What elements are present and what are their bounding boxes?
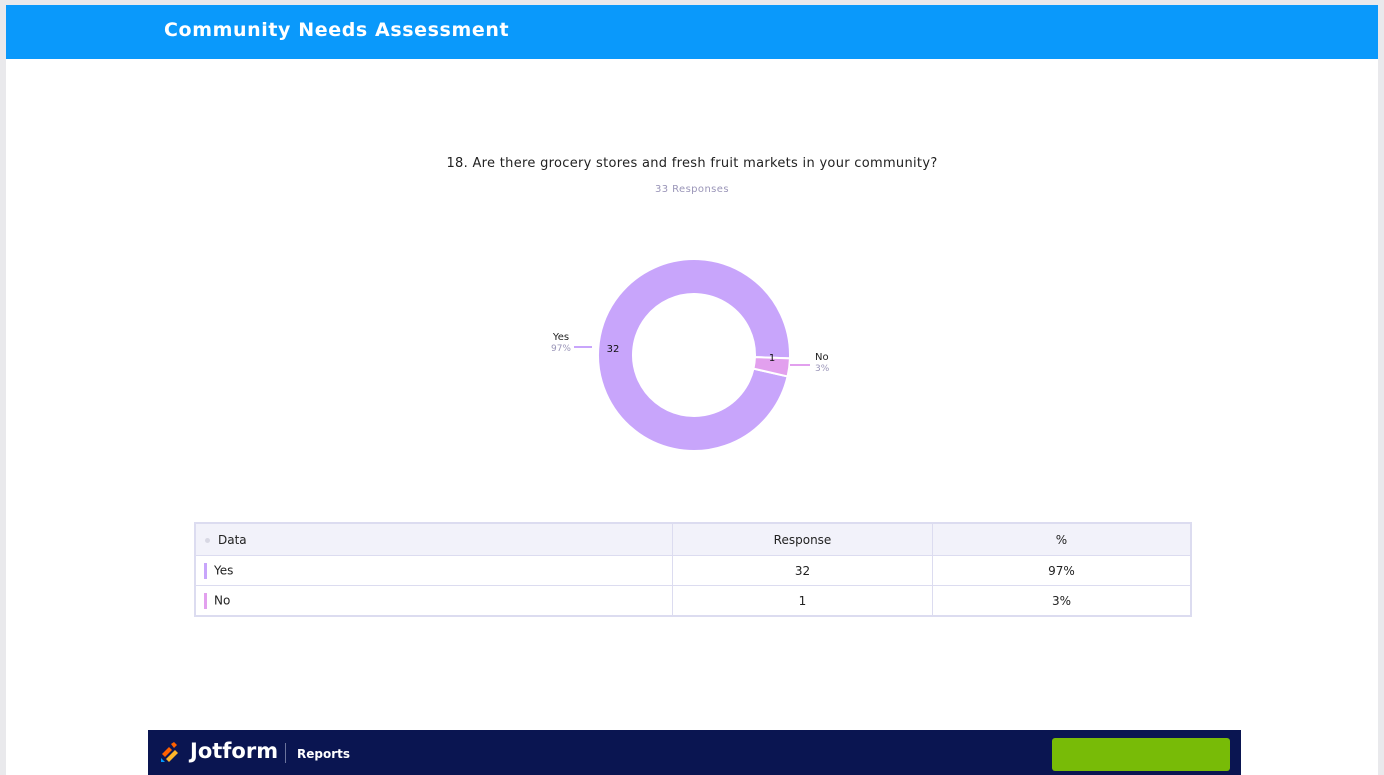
no-color-swatch — [204, 592, 207, 609]
product-name: Reports — [297, 747, 351, 761]
donut-chart: 32 Yes97% 1 No3% — [551, 258, 830, 452]
jotform-logo-icon — [161, 742, 178, 762]
row-percent: 97% — [932, 555, 1192, 586]
slice-percent-label: 3% — [815, 364, 830, 374]
header-response: Response — [672, 522, 933, 556]
header-percent: % — [932, 522, 1192, 556]
row-label-cell: Yes — [194, 555, 673, 586]
header-data: Data — [194, 522, 673, 556]
cta-button[interactable] — [1052, 738, 1230, 771]
table-header-row: Data Response % — [194, 522, 1192, 556]
data-table: Data Response % Yes 32 97% No 1 3% — [194, 522, 1192, 617]
footer-bar: Jotform Reports — [148, 730, 1241, 775]
report-page: Community Needs Assessment 18. Are there… — [6, 5, 1378, 775]
header-dot-icon — [205, 537, 210, 543]
brand-divider — [285, 743, 286, 763]
row-label-cell: No — [194, 585, 673, 617]
slice-name-label: No — [815, 352, 829, 363]
slice-name-label: Yes — [552, 332, 569, 343]
brand-name: Jotform — [190, 739, 279, 763]
row-response: 1 — [672, 585, 933, 617]
row-label: Yes — [214, 563, 234, 577]
slice-value-label: 32 — [607, 344, 620, 355]
donut-slice-yes — [597, 258, 791, 452]
row-percent: 3% — [932, 585, 1192, 617]
slice-value-label: 1 — [769, 353, 775, 364]
yes-color-swatch — [204, 562, 207, 579]
table-row: No 1 3% — [194, 585, 1192, 617]
header-data-label: Data — [218, 532, 247, 547]
row-label: No — [214, 593, 231, 607]
slice-percent-label: 97% — [551, 344, 571, 354]
table-row: Yes 32 97% — [194, 555, 1192, 586]
row-response: 32 — [672, 555, 933, 586]
